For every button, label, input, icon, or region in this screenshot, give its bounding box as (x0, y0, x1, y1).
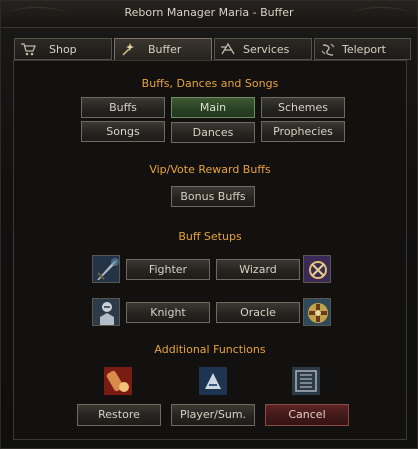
main-button[interactable]: Main (171, 97, 255, 118)
songs-button[interactable]: Songs (81, 121, 165, 142)
knight-icon[interactable] (92, 298, 120, 326)
title-ornament-right (351, 7, 411, 22)
section-functions-title: Additional Functions (154, 343, 266, 356)
tab-teleport[interactable]: Teleport (314, 38, 411, 60)
wizard-icon[interactable] (303, 255, 331, 283)
tab-shop[interactable]: Shop (14, 38, 112, 60)
restore-icon[interactable] (104, 367, 132, 395)
sparkle-icon (120, 42, 136, 57)
tab-teleport-label: Teleport (342, 43, 386, 56)
section-buffs-title: Buffs, Dances and Songs (141, 77, 279, 90)
cancel-button[interactable]: Cancel (265, 404, 349, 426)
services-icon (220, 42, 236, 57)
fighter-icon[interactable] (92, 255, 120, 283)
cart-icon (20, 42, 36, 57)
oracle-icon[interactable] (303, 298, 331, 326)
title-bar[interactable]: Reborn Manager Maria - Buffer (1, 1, 417, 28)
bonus-buffs-button[interactable]: Bonus Buffs (171, 186, 255, 207)
tab-services-label: Services (243, 43, 290, 56)
buffer-window: Reborn Manager Maria - Buffer Shop Buffe… (0, 0, 418, 449)
knight-button[interactable]: Knight (126, 302, 210, 323)
player-sum-button[interactable]: Player/Sum. (171, 404, 255, 426)
tab-services[interactable]: Services (214, 38, 312, 60)
tab-buffer[interactable]: Buffer (114, 38, 212, 61)
restore-button[interactable]: Restore (77, 404, 161, 426)
dances-button[interactable]: Dances (171, 122, 255, 143)
tab-shop-label: Shop (49, 43, 77, 56)
tab-buffer-label: Buffer (148, 43, 182, 56)
section-setups-title: Buff Setups (178, 230, 242, 243)
prophecies-button[interactable]: Prophecies (261, 121, 345, 142)
player-summon-icon[interactable] (199, 367, 227, 395)
schemes-button[interactable]: Schemes (261, 97, 345, 118)
fighter-button[interactable]: Fighter (126, 259, 210, 280)
wizard-button[interactable]: Wizard (216, 259, 300, 280)
teleport-icon (320, 42, 336, 57)
buffs-button[interactable]: Buffs (81, 97, 165, 118)
section-vip-title: Vip/Vote Reward Buffs (149, 163, 271, 176)
oracle-button[interactable]: Oracle (216, 302, 300, 323)
cancel-buffs-icon[interactable] (292, 367, 320, 395)
